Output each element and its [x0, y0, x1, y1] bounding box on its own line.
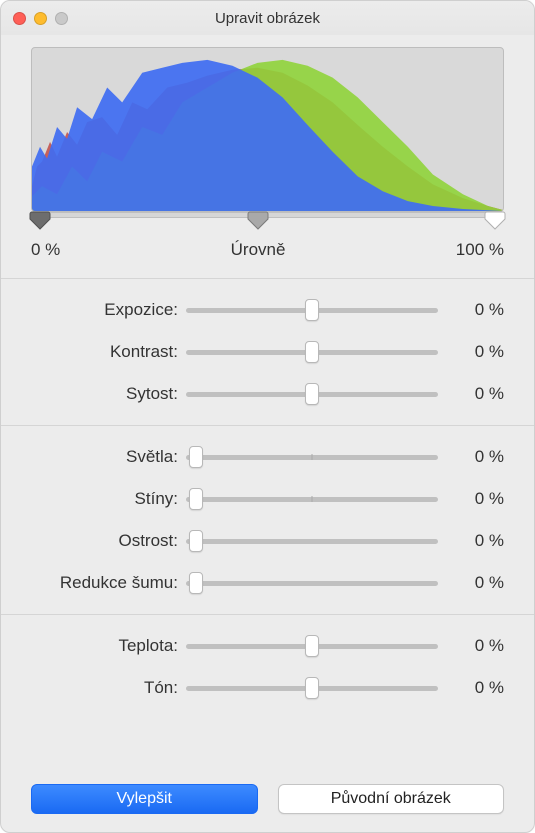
highlights-slider[interactable]	[186, 445, 438, 469]
temperature-slider[interactable]	[186, 634, 438, 658]
sharpness-track	[186, 539, 438, 544]
temperature-label: Teplota:	[31, 636, 186, 656]
levels-min-label: 0 %	[31, 240, 60, 260]
levels-center-label: Úrovně	[60, 240, 456, 260]
sharpness-label: Ostrost:	[31, 531, 186, 551]
sharpness-value: 0 %	[438, 531, 504, 551]
separator	[1, 425, 534, 426]
sharpness-slider[interactable]	[186, 529, 438, 553]
highlights-label: Světla:	[31, 447, 186, 467]
saturation-slider[interactable]	[186, 382, 438, 406]
shadows-label: Stíny:	[31, 489, 186, 509]
saturation-knob[interactable]	[305, 383, 319, 405]
levels-handle-black[interactable]	[29, 210, 51, 230]
temperature-value: 0 %	[438, 636, 504, 656]
levels-handle-white[interactable]	[484, 210, 506, 230]
temperature-row: Teplota: 0 %	[31, 625, 504, 667]
titlebar: Upravit obrázek	[1, 1, 534, 35]
shadows-row: Stíny: 0 %	[31, 478, 504, 520]
denoise-slider[interactable]	[186, 571, 438, 595]
shadows-value: 0 %	[438, 489, 504, 509]
denoise-knob[interactable]	[189, 572, 203, 594]
contrast-knob[interactable]	[305, 341, 319, 363]
exposure-row: Expozice: 0 %	[31, 289, 504, 331]
tint-row: Tón: 0 %	[31, 667, 504, 709]
histogram-svg	[32, 48, 503, 211]
contrast-slider[interactable]	[186, 340, 438, 364]
original-button[interactable]: Původní obrázek	[278, 784, 505, 814]
highlights-row: Světla: 0 %	[31, 436, 504, 478]
saturation-row: Sytost: 0 %	[31, 373, 504, 415]
exposure-slider[interactable]	[186, 298, 438, 322]
exposure-label: Expozice:	[31, 300, 186, 320]
content: 0 % Úrovně 100 % Expozice: 0 % Kontrast: 0 …	[1, 35, 534, 832]
denoise-track	[186, 581, 438, 586]
levels-max-label: 100 %	[456, 240, 504, 260]
levels-slider[interactable]	[31, 212, 504, 238]
tint-slider[interactable]	[186, 676, 438, 700]
tint-knob[interactable]	[305, 677, 319, 699]
sharpness-knob[interactable]	[189, 530, 203, 552]
separator	[1, 614, 534, 615]
highlights-value: 0 %	[438, 447, 504, 467]
denoise-value: 0 %	[438, 573, 504, 593]
window-title: Upravit obrázek	[1, 10, 534, 27]
sliders-area: Expozice:0 %Kontrast:0 %Sytost:0 %Světla…	[31, 289, 504, 709]
contrast-label: Kontrast:	[31, 342, 186, 362]
highlights-knob[interactable]	[189, 446, 203, 468]
exposure-value: 0 %	[438, 300, 504, 320]
denoise-row: Redukce šumu: 0 %	[31, 562, 504, 604]
tint-label: Tón:	[31, 678, 186, 698]
exposure-knob[interactable]	[305, 299, 319, 321]
histogram	[31, 47, 504, 212]
shadows-knob[interactable]	[189, 488, 203, 510]
edit-image-window: Upravit obrázek	[0, 0, 535, 833]
denoise-label: Redukce šumu:	[31, 573, 186, 593]
highlights-center-tick	[312, 454, 313, 460]
separator	[1, 278, 534, 279]
levels-handle-mid[interactable]	[247, 210, 269, 230]
shadows-center-tick	[312, 496, 313, 502]
contrast-value: 0 %	[438, 342, 504, 362]
saturation-label: Sytost:	[31, 384, 186, 404]
temperature-knob[interactable]	[305, 635, 319, 657]
saturation-value: 0 %	[438, 384, 504, 404]
button-bar: Vylepšit Původní obrázek	[31, 774, 504, 814]
shadows-slider[interactable]	[186, 487, 438, 511]
levels-labels: 0 % Úrovně 100 %	[31, 240, 504, 260]
sharpness-row: Ostrost: 0 %	[31, 520, 504, 562]
enhance-button[interactable]: Vylepšit	[31, 784, 258, 814]
contrast-row: Kontrast: 0 %	[31, 331, 504, 373]
tint-value: 0 %	[438, 678, 504, 698]
